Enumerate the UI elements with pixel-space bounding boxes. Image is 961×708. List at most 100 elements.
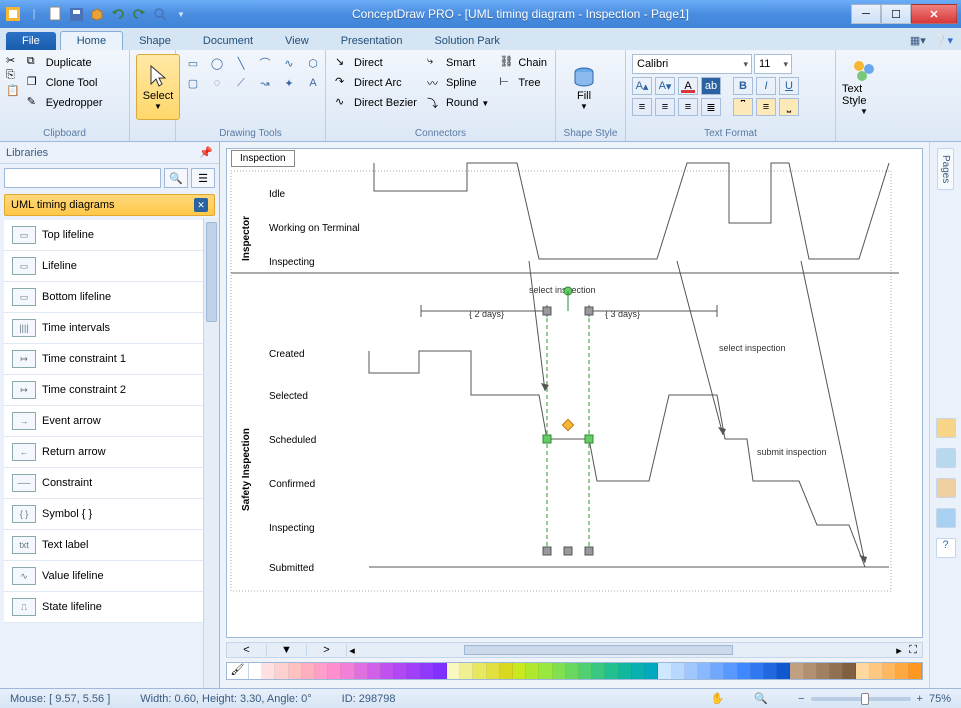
library-item[interactable]: ↦Time constraint 1 [4,344,215,375]
library-item[interactable]: ▭Bottom lifeline [4,282,215,313]
side-help-icon[interactable]: ? [936,538,956,558]
palette-color[interactable] [553,663,566,679]
palette-color[interactable] [487,663,500,679]
font-color[interactable]: A [678,77,698,95]
palette-color[interactable] [592,663,605,679]
shape-line[interactable]: ╲ [230,54,252,72]
palette-color[interactable] [262,663,275,679]
palette-color[interactable] [355,663,368,679]
library-search-input[interactable] [4,168,161,188]
palette-color[interactable] [619,663,632,679]
library-item[interactable]: { }Symbol { } [4,499,215,530]
select-tool[interactable]: Select ▼ [136,54,180,120]
font-combo[interactable]: Calibri [632,54,752,74]
palette-color[interactable] [672,663,685,679]
qat-dropdown-icon[interactable]: ▼ [172,5,190,23]
library-item[interactable]: ▭Top lifeline [4,220,215,251]
conn-direct[interactable]: ↘Direct [332,54,420,72]
palette-color[interactable] [738,663,751,679]
shape-text[interactable]: A [302,74,324,92]
tab-shape[interactable]: Shape [123,32,187,50]
align-right[interactable]: ≡ [678,98,698,116]
side-tool-2[interactable] [936,448,956,468]
conn-chain[interactable]: ⛓Chain [496,54,550,72]
shape-rrect[interactable]: ▢ [182,74,204,92]
palette-color[interactable] [328,663,341,679]
palette-color[interactable] [790,663,803,679]
shape-2[interactable]: ◌ [206,74,228,92]
zoom-slider[interactable] [811,697,911,701]
library-category[interactable]: UML timing diagrams ✕ [4,194,215,216]
scroll-right[interactable]: ▸ [894,644,904,657]
palette-color[interactable] [896,663,909,679]
palette-color[interactable] [883,663,896,679]
canvas-hscroll[interactable]: < ▼ > ◂ ▸ ⛶ [226,642,923,658]
search-button[interactable]: 🔍 [164,168,188,188]
shape-poly[interactable]: ⬡ [302,54,324,72]
pin-icon[interactable]: 📌 [199,146,213,159]
palette-color[interactable] [302,663,315,679]
eyedropper-button[interactable]: ✎Eyedropper [24,94,106,112]
conn-round[interactable]: ⤵Round ▼ [424,94,492,112]
palette-color[interactable] [658,663,671,679]
palette-color[interactable] [434,663,447,679]
palette-color[interactable] [817,663,830,679]
underline[interactable]: U [779,77,799,95]
palette-color[interactable] [275,663,288,679]
fontsize-combo[interactable]: 11 [754,54,792,74]
paste-icon[interactable]: 📋 [6,84,20,97]
page-menu[interactable]: ▼ [267,644,307,656]
palette-color[interactable] [579,663,592,679]
hscroll-track[interactable] [357,643,894,657]
maximize-button[interactable]: ☐ [881,4,911,24]
palette-color[interactable] [289,663,302,679]
conn-spline[interactable]: 〰Spline [424,74,492,92]
library-item[interactable]: ||||Time intervals [4,313,215,344]
scroll-left[interactable]: ◂ [347,644,357,657]
palette-color[interactable] [724,663,737,679]
close-button[interactable]: ✕ [911,4,957,24]
conn-directarc[interactable]: ↷Direct Arc [332,74,420,92]
conn-directbez[interactable]: ∿Direct Bezier [332,94,420,112]
palette-color[interactable] [447,663,460,679]
palette-color[interactable] [870,663,883,679]
palette-color[interactable] [381,663,394,679]
library-view-button[interactable]: ☰ [191,168,215,188]
palette-color[interactable] [764,663,777,679]
palette-color[interactable] [632,663,645,679]
palette-color[interactable] [830,663,843,679]
align-just[interactable]: ≣ [701,98,721,116]
palette-color[interactable] [500,663,513,679]
palette-tool-icon[interactable]: 🖌 [227,663,249,679]
qat-save-icon[interactable] [67,5,85,23]
valign-bot[interactable]: ⎵ [779,98,799,116]
palette-color[interactable] [460,663,473,679]
library-item[interactable]: ⎍State lifeline [4,592,215,623]
conn-smart[interactable]: ⤷Smart [424,54,492,72]
library-item[interactable]: ←Return arrow [4,437,215,468]
library-item[interactable]: ↦Time constraint 2 [4,375,215,406]
close-icon[interactable]: ✕ [194,198,208,212]
shape-curve[interactable]: ∿ [278,54,300,72]
tab-view[interactable]: View [269,32,325,50]
palette-color[interactable] [804,663,817,679]
pan-tool-icon[interactable]: ✋ [711,692,725,705]
app-icon[interactable] [4,5,22,23]
palette-color[interactable] [341,663,354,679]
library-item[interactable]: ──Constraint [4,468,215,499]
side-tool-3[interactable] [936,478,956,498]
shape-4[interactable]: ↝ [254,74,276,92]
pages-tab[interactable]: Pages [937,148,954,190]
zoom-out[interactable]: − [798,693,804,705]
shape-arc[interactable]: ⌒ [254,54,276,72]
palette-color[interactable] [421,663,434,679]
align-center[interactable]: ≡ [655,98,675,116]
align-left[interactable]: ≡ [632,98,652,116]
library-item[interactable]: ∿Value lifeline [4,561,215,592]
page-next[interactable]: > [307,644,347,656]
clone-button[interactable]: ❐Clone Tool [24,74,106,92]
palette-color[interactable] [843,663,856,679]
fill-button[interactable]: Fill ▼ [562,54,606,120]
palette-color[interactable] [539,663,552,679]
palette-color[interactable] [645,663,658,679]
